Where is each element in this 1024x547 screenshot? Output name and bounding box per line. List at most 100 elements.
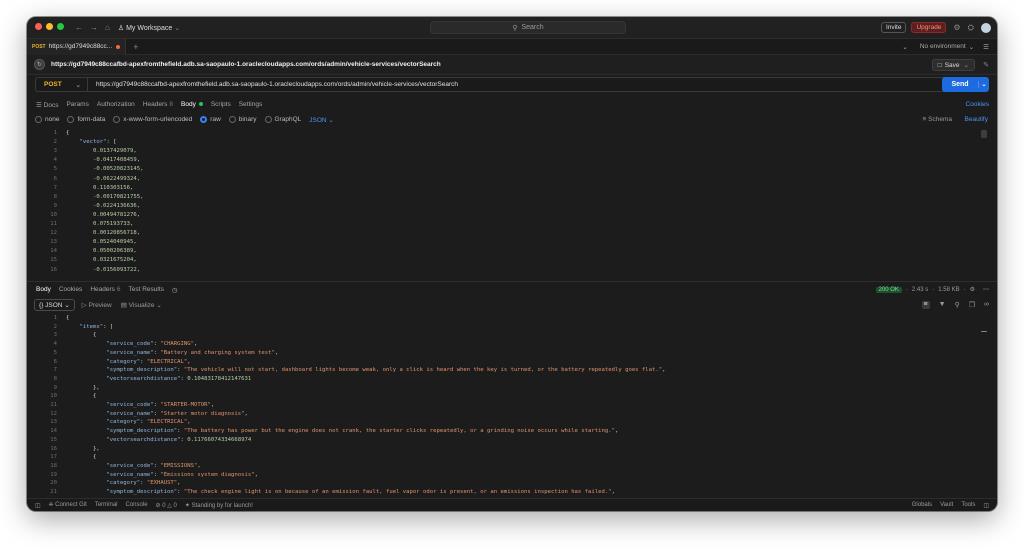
sidebar-toggle-icon[interactable]: ◫ bbox=[35, 502, 41, 509]
code-line[interactable]: -0.0156093722, bbox=[66, 267, 140, 273]
layout-icon[interactable]: ◫ bbox=[983, 502, 989, 509]
error-count[interactable]: ⊘ 0 △ 0 bbox=[156, 502, 177, 509]
environment-selector[interactable]: ⌄ No environment ⌄ ☰ bbox=[902, 43, 989, 51]
filter-icon[interactable]: ▼ bbox=[939, 301, 946, 309]
more-options-icon[interactable]: ⋯ bbox=[983, 286, 989, 293]
response-tab-test-results[interactable]: Test Results bbox=[129, 286, 164, 293]
code-line[interactable]: "service_name": "Starter motor diagnosis… bbox=[66, 411, 247, 417]
response-size[interactable]: 1.58 KB bbox=[938, 287, 959, 293]
code-line[interactable]: { bbox=[66, 332, 96, 338]
code-line[interactable]: }, bbox=[66, 385, 100, 391]
code-line[interactable]: -0.0417408459, bbox=[66, 157, 140, 163]
tab-body[interactable]: Body bbox=[181, 101, 203, 108]
edit-icon[interactable]: ✎ bbox=[983, 61, 989, 69]
code-line[interactable]: 0.110303156, bbox=[66, 185, 133, 191]
invite-button[interactable]: Invite bbox=[880, 22, 907, 33]
code-line[interactable]: "vectorsearchdistance": 0.10483178412147… bbox=[66, 376, 251, 382]
network-icon[interactable]: ⚙ bbox=[970, 286, 975, 293]
globals-button[interactable]: Globals bbox=[912, 502, 932, 509]
response-tab-cookies[interactable]: Cookies bbox=[59, 286, 82, 293]
code-line[interactable]: { bbox=[66, 454, 96, 460]
response-tab-headers[interactable]: Headers 6 bbox=[90, 286, 120, 293]
console-button[interactable]: Console bbox=[126, 502, 148, 508]
code-line[interactable]: 0.0137429079, bbox=[66, 148, 137, 154]
code-line[interactable]: }, bbox=[66, 446, 100, 452]
response-format-select[interactable]: {} JSON ⌄ bbox=[34, 298, 75, 311]
schema-button[interactable]: ≡ Schema bbox=[923, 116, 952, 123]
code-line[interactable]: "service_code": "EMISSIONS", bbox=[66, 463, 200, 469]
code-line[interactable]: "items": [ bbox=[66, 324, 113, 330]
visualize-button[interactable]: ▤ Visualize ⌄ bbox=[121, 301, 162, 309]
radio-graphql[interactable] bbox=[264, 116, 272, 123]
code-line[interactable]: "vector": [ bbox=[66, 139, 116, 145]
minimize-window-button[interactable] bbox=[46, 23, 53, 30]
tab-docs[interactable]: ☰ Docs bbox=[36, 101, 58, 109]
code-line[interactable]: 0.00494781276, bbox=[66, 212, 140, 218]
request-tab[interactable]: POST https://gd7949c88cc... bbox=[27, 38, 127, 55]
body-type-form-data[interactable]: form-data bbox=[67, 116, 105, 123]
history-icon[interactable]: ◷ bbox=[172, 286, 178, 294]
response-time[interactable]: 2.43 s bbox=[912, 287, 928, 293]
home-icon[interactable]: ⌂ bbox=[105, 23, 110, 32]
forward-arrow-icon[interactable]: → bbox=[90, 23, 98, 32]
code-line[interactable]: "vectorsearchdistance": 0.11766074334668… bbox=[66, 437, 251, 443]
response-body-viewer[interactable]: 1 {2 "items": [3 {4 "service_code": "CHAR… bbox=[27, 313, 997, 497]
code-line[interactable]: "category": "EXHAUST", bbox=[66, 480, 180, 486]
workspace-selector[interactable]: ♙ My Workspace ⌄ bbox=[118, 24, 180, 32]
save-button[interactable]: □ Save ⌄ bbox=[931, 59, 975, 71]
send-button[interactable]: Send ⌄ bbox=[942, 77, 989, 92]
vault-button[interactable]: Vault bbox=[940, 502, 953, 509]
code-line[interactable]: "category": "ELECTRICAL", bbox=[66, 359, 190, 365]
code-line[interactable]: "category": "ELECTRICAL", bbox=[66, 419, 190, 425]
request-title[interactable]: https://gd7949c88ccafbd-apexfromthefield… bbox=[51, 61, 441, 68]
terminal-button[interactable]: Terminal bbox=[95, 502, 118, 508]
editor-scrollbar[interactable] bbox=[981, 130, 987, 138]
close-window-button[interactable] bbox=[35, 23, 42, 30]
code-line[interactable]: 0.0500206389, bbox=[66, 248, 137, 254]
url-input[interactable]: https://gd7949c88ccafbd-apexfromthefield… bbox=[88, 81, 962, 88]
new-tab-plus-icon[interactable]: + bbox=[133, 42, 138, 52]
radio-binary[interactable] bbox=[228, 116, 236, 123]
tools-button[interactable]: Tools bbox=[961, 502, 975, 509]
beautify-button[interactable]: Beautify bbox=[965, 116, 989, 123]
back-arrow-icon[interactable]: ← bbox=[75, 23, 83, 32]
status-badge[interactable]: 200 OK bbox=[875, 286, 902, 293]
code-line[interactable]: -0.00520823145, bbox=[66, 166, 144, 172]
response-scrollbar[interactable] bbox=[981, 331, 987, 332]
code-line[interactable]: "symptom_description": "The check engine… bbox=[66, 489, 615, 495]
code-line[interactable]: "service_code": "CHARGING", bbox=[66, 341, 197, 347]
body-type-urlencoded[interactable]: x-www-form-urlencoded bbox=[113, 116, 192, 123]
body-type-raw[interactable]: raw bbox=[200, 116, 221, 123]
body-type-none[interactable]: none bbox=[35, 116, 59, 123]
gear-icon[interactable]: ⛭ bbox=[968, 23, 974, 33]
code-line[interactable]: 0.075193733, bbox=[66, 221, 133, 227]
request-body-editor[interactable]: 1 {2 "vector": [3 0.0137429079, 4 -0.04174… bbox=[27, 128, 997, 280]
chevron-down-icon[interactable]: ⌄ bbox=[978, 81, 989, 88]
code-line[interactable]: { bbox=[66, 393, 96, 399]
code-line[interactable]: 0.0321675204, bbox=[66, 257, 137, 263]
environment-settings-icon[interactable]: ☰ bbox=[983, 43, 989, 51]
radio-urlencoded[interactable] bbox=[113, 116, 121, 123]
search-icon[interactable]: ⚲ bbox=[955, 301, 960, 309]
body-format-select[interactable]: JSON ⌄ bbox=[309, 116, 334, 124]
code-line[interactable]: -0.0224136636, bbox=[66, 203, 140, 209]
tab-authorization[interactable]: Authorization bbox=[97, 101, 135, 108]
radio-raw[interactable] bbox=[200, 116, 208, 123]
body-type-graphql[interactable]: GraphQL bbox=[264, 116, 301, 123]
avatar[interactable] bbox=[981, 22, 991, 33]
global-search[interactable]: ⚲ Search bbox=[430, 21, 626, 34]
code-line[interactable]: "symptom_description": "The battery has … bbox=[66, 428, 618, 434]
copy-icon[interactable]: ❐ bbox=[969, 301, 975, 309]
code-line[interactable]: -0.00170821755, bbox=[66, 194, 144, 200]
code-line[interactable]: 0.00120856718, bbox=[66, 230, 140, 236]
tab-scripts[interactable]: Scripts bbox=[211, 101, 231, 108]
tab-headers[interactable]: Headers 8 bbox=[143, 101, 173, 108]
tab-settings[interactable]: Settings bbox=[239, 101, 263, 108]
body-type-binary[interactable]: binary bbox=[228, 116, 257, 123]
upgrade-button[interactable]: Upgrade bbox=[911, 22, 947, 33]
method-select[interactable]: POST ⌄ bbox=[36, 78, 88, 91]
cookies-link[interactable]: Cookies bbox=[966, 101, 989, 108]
response-tab-body[interactable]: Body bbox=[36, 286, 51, 293]
code-line[interactable]: 0.0524040945, bbox=[66, 239, 137, 245]
code-line[interactable]: "service_name": "Emissions system diagno… bbox=[66, 472, 258, 478]
